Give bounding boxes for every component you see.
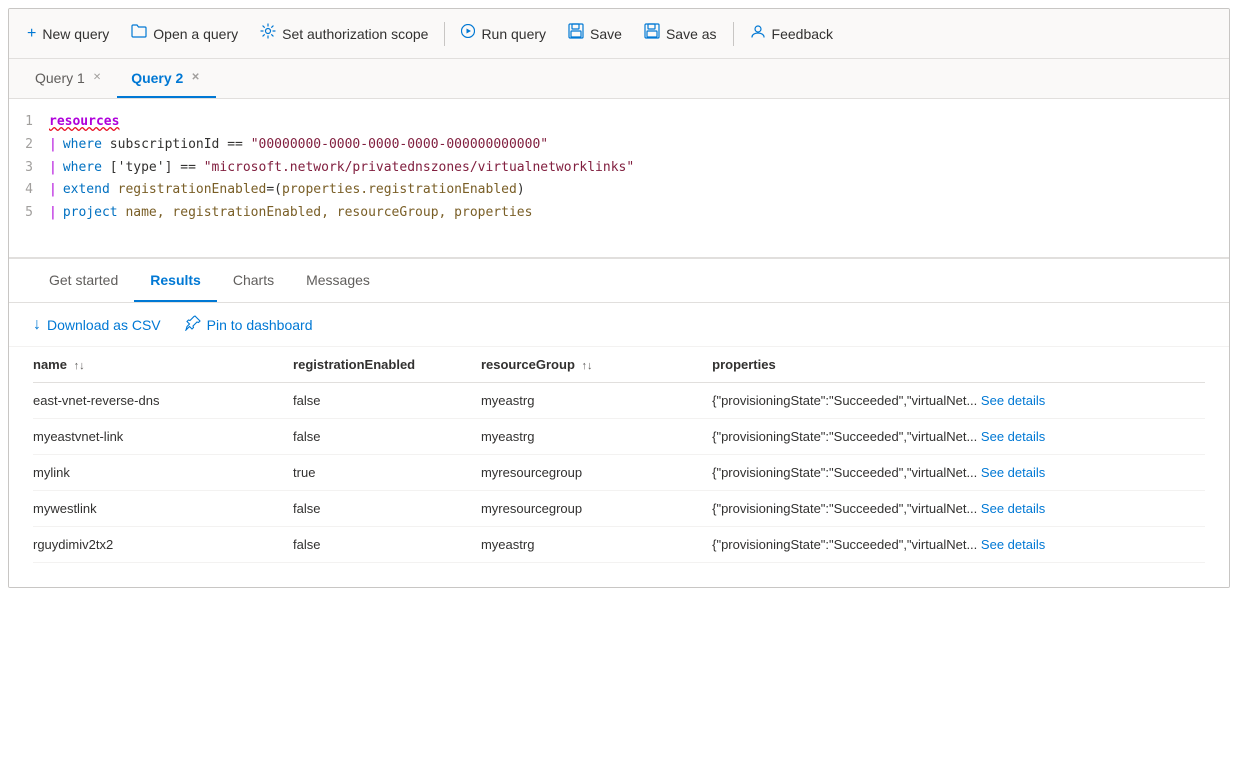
cell-name: rguydimiv2tx2 [33,527,293,563]
plus-icon: + [27,25,36,43]
pin-icon [185,315,201,334]
table-row: rguydimiv2tx2 false myeastrg {"provision… [33,527,1205,563]
cell-registration-enabled: false [293,527,481,563]
code-editor[interactable]: 1 resources 2 |where subscriptionId == "… [9,99,1229,259]
col-header-resource-group[interactable]: resourceGroup ↑↓ [481,347,712,383]
close-query2-button[interactable]: ✕ [189,71,201,84]
see-details-link[interactable]: See details [981,501,1045,516]
close-query1-button[interactable]: ✕ [91,71,103,84]
see-details-link[interactable]: See details [981,429,1045,444]
cell-name: mylink [33,455,293,491]
save-icon [568,23,584,44]
run-query-button[interactable]: Run query [451,18,556,49]
cell-registration-enabled: false [293,419,481,455]
col-header-registration: registrationEnabled [293,347,481,383]
result-tab-results[interactable]: Results [134,259,217,302]
open-query-button[interactable]: Open a query [121,18,248,49]
cell-properties: {"provisioningState":"Succeeded","virtua… [712,455,1205,491]
play-icon [461,24,475,43]
save-as-icon [644,23,660,44]
see-details-link[interactable]: See details [981,465,1045,480]
editor-line-1: 1 resources [9,111,1229,134]
toolbar-divider-1 [444,22,445,46]
col-header-properties: properties [712,347,1205,383]
new-query-button[interactable]: + New query [17,19,119,49]
folder-icon [131,24,147,43]
cell-registration-enabled: false [293,383,481,419]
cell-properties: {"provisioningState":"Succeeded","virtua… [712,491,1205,527]
query-tabs: Query 1 ✕ Query 2 ✕ [9,59,1229,99]
cell-resource-group: myeastrg [481,383,712,419]
feedback-button[interactable]: Feedback [740,17,843,50]
table-row: myeastvnet-link false myeastrg {"provisi… [33,419,1205,455]
table-header-row: name ↑↓ registrationEnabled resourceGrou… [33,347,1205,383]
results-panel: Get started Results Charts Messages ↓ Do… [9,259,1229,587]
see-details-link[interactable]: See details [981,393,1045,408]
result-tabs: Get started Results Charts Messages [9,259,1229,303]
sort-name-icon: ↑↓ [74,360,85,372]
toolbar: + New query Open a query Set authorizati… [9,9,1229,59]
table-row: east-vnet-reverse-dns false myeastrg {"p… [33,383,1205,419]
cell-registration-enabled: false [293,491,481,527]
editor-line-2: 2 |where subscriptionId == "00000000-000… [9,134,1229,157]
save-as-button[interactable]: Save as [634,17,727,50]
pin-dashboard-link[interactable]: Pin to dashboard [185,315,313,334]
cell-properties: {"provisioningState":"Succeeded","virtua… [712,419,1205,455]
cell-resource-group: myeastrg [481,527,712,563]
query-tab-1[interactable]: Query 1 ✕ [21,59,117,98]
results-table: name ↑↓ registrationEnabled resourceGrou… [33,347,1205,563]
cell-properties: {"provisioningState":"Succeeded","virtua… [712,383,1205,419]
table-row: mywestlink false myresourcegroup {"provi… [33,491,1205,527]
cell-name: myeastvnet-link [33,419,293,455]
cell-properties: {"provisioningState":"Succeeded","virtua… [712,527,1205,563]
editor-line-3: 3 |where ['type'] == "microsoft.network/… [9,157,1229,180]
col-header-name[interactable]: name ↑↓ [33,347,293,383]
download-icon: ↓ [33,316,41,334]
toolbar-divider-2 [733,22,734,46]
cell-name: mywestlink [33,491,293,527]
save-button[interactable]: Save [558,17,632,50]
result-tab-charts[interactable]: Charts [217,259,290,302]
result-tab-get-started[interactable]: Get started [33,259,134,302]
editor-line-5: 5 |project name, registrationEnabled, re… [9,202,1229,225]
gear-icon [260,23,276,44]
cell-resource-group: myresourcegroup [481,455,712,491]
action-bar: ↓ Download as CSV Pin to dashboard [9,303,1229,347]
feedback-icon [750,23,766,44]
download-csv-link[interactable]: ↓ Download as CSV [33,316,161,334]
see-details-link[interactable]: See details [981,537,1045,552]
sort-rg-icon: ↑↓ [582,360,593,372]
cell-resource-group: myeastrg [481,419,712,455]
query-tab-2[interactable]: Query 2 ✕ [117,59,216,98]
set-auth-scope-button[interactable]: Set authorization scope [250,17,438,50]
result-tab-messages[interactable]: Messages [290,259,386,302]
cell-name: east-vnet-reverse-dns [33,383,293,419]
editor-line-4: 4 |extend registrationEnabled=(propertie… [9,179,1229,202]
table-row: mylink true myresourcegroup {"provisioni… [33,455,1205,491]
results-table-wrap: name ↑↓ registrationEnabled resourceGrou… [9,347,1229,587]
cell-resource-group: myresourcegroup [481,491,712,527]
cell-registration-enabled: true [293,455,481,491]
